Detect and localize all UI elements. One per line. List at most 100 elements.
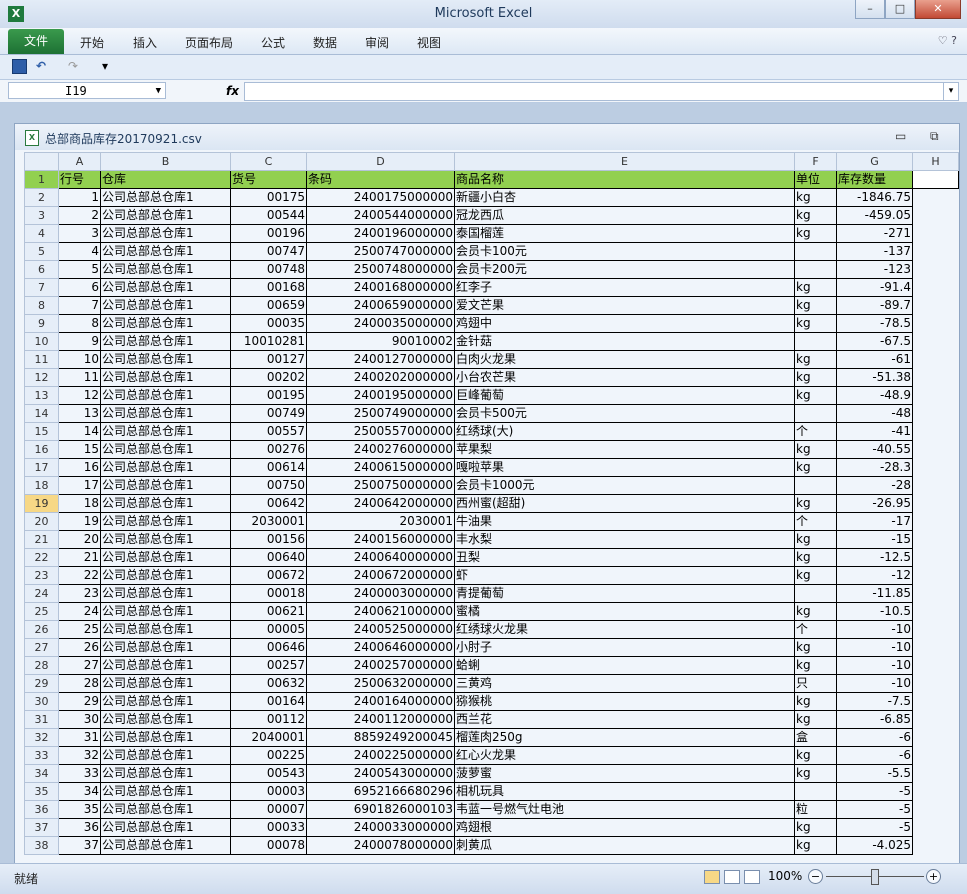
cell[interactable]: kg (794, 710, 837, 729)
cell[interactable]: 00621 (230, 602, 307, 621)
cell[interactable]: -48 (836, 404, 913, 423)
zoom-slider-thumb[interactable] (871, 869, 879, 885)
cell[interactable]: -10 (836, 656, 913, 675)
cell[interactable]: 00257 (230, 656, 307, 675)
cell[interactable] (913, 495, 959, 513)
cell[interactable] (913, 585, 959, 603)
cell[interactable]: 00276 (230, 440, 307, 459)
row-header[interactable]: 37 (24, 818, 59, 837)
cell[interactable]: -137 (836, 242, 913, 261)
cell[interactable]: -6 (836, 728, 913, 747)
cell[interactable]: 26 (58, 638, 101, 657)
row-header[interactable]: 8 (24, 296, 59, 315)
column-header[interactable]: E (454, 152, 795, 171)
cell[interactable]: 三黄鸡 (454, 674, 795, 693)
row-header[interactable]: 34 (24, 764, 59, 783)
cell[interactable]: 虾 (454, 566, 795, 585)
insert-function-icon[interactable]: fx (226, 84, 239, 98)
tab-data[interactable]: 数据 (313, 34, 337, 51)
cell[interactable]: 25 (58, 620, 101, 639)
expand-formula-bar-icon[interactable]: ▾ (943, 82, 959, 101)
cell[interactable]: 2400672000000 (306, 566, 455, 585)
cell[interactable] (913, 819, 959, 837)
cell[interactable]: 青提葡萄 (454, 584, 795, 603)
header-cell[interactable]: 货号 (230, 170, 307, 189)
cell[interactable]: 菠萝蜜 (454, 764, 795, 783)
cell[interactable] (913, 549, 959, 567)
cell[interactable]: 00749 (230, 404, 307, 423)
row-header[interactable]: 27 (24, 638, 59, 657)
cell[interactable]: 公司总部总仓库1 (100, 476, 231, 495)
cell[interactable] (913, 441, 959, 459)
cell[interactable]: 会员卡1000元 (454, 476, 795, 495)
cell[interactable]: 新疆小白杏 (454, 188, 795, 207)
cell[interactable]: -5 (836, 782, 913, 801)
cell[interactable]: 00640 (230, 548, 307, 567)
cell[interactable]: -11.85 (836, 584, 913, 603)
row-header[interactable]: 15 (24, 422, 59, 441)
cell[interactable]: 2400003000000 (306, 584, 455, 603)
cell[interactable]: 00127 (230, 350, 307, 369)
cell[interactable]: 00033 (230, 818, 307, 837)
cell[interactable]: -61 (836, 350, 913, 369)
row-header[interactable]: 17 (24, 458, 59, 477)
cell[interactable]: 苹果梨 (454, 440, 795, 459)
cell[interactable] (913, 729, 959, 747)
cell[interactable] (913, 189, 959, 207)
cell[interactable]: 丑梨 (454, 548, 795, 567)
cell[interactable]: 32 (58, 746, 101, 765)
cell[interactable]: 00018 (230, 584, 307, 603)
cell[interactable]: -123 (836, 260, 913, 279)
cell[interactable]: 红李子 (454, 278, 795, 297)
column-header[interactable]: D (306, 152, 455, 171)
cell[interactable] (913, 369, 959, 387)
cell[interactable]: 个 (794, 512, 837, 531)
cell[interactable]: -89.7 (836, 296, 913, 315)
cell[interactable] (913, 531, 959, 549)
cell[interactable]: 韦蓝一号燃气灶电池 (454, 800, 795, 819)
cell[interactable]: -459.05 (836, 206, 913, 225)
cell[interactable]: 90010002 (306, 332, 455, 351)
row-header[interactable]: 5 (24, 242, 59, 261)
row-header[interactable]: 13 (24, 386, 59, 405)
cell[interactable]: 2400525000000 (306, 620, 455, 639)
cell[interactable]: kg (794, 350, 837, 369)
cell[interactable]: 15 (58, 440, 101, 459)
cell[interactable] (794, 332, 837, 351)
cell[interactable]: 23 (58, 584, 101, 603)
header-cell[interactable]: 库存数量 (836, 170, 913, 189)
cell[interactable]: 公司总部总仓库1 (100, 260, 231, 279)
zoom-level[interactable]: 100% (768, 869, 802, 883)
cell[interactable] (913, 657, 959, 675)
cell[interactable]: 5 (58, 260, 101, 279)
cell[interactable] (913, 405, 959, 423)
cell[interactable]: 4 (58, 242, 101, 261)
cell[interactable]: kg (794, 656, 837, 675)
cell[interactable]: 榴莲肉250g (454, 728, 795, 747)
cell[interactable]: 个 (794, 620, 837, 639)
cell[interactable]: 28 (58, 674, 101, 693)
cell[interactable]: 公司总部总仓库1 (100, 530, 231, 549)
row-header[interactable]: 24 (24, 584, 59, 603)
cell[interactable]: -41 (836, 422, 913, 441)
cell[interactable]: 2400257000000 (306, 656, 455, 675)
cell[interactable]: 2500750000000 (306, 476, 455, 495)
row-header[interactable]: 36 (24, 800, 59, 819)
row-header[interactable]: 10 (24, 332, 59, 351)
cell[interactable]: 00003 (230, 782, 307, 801)
cell[interactable]: 00632 (230, 674, 307, 693)
cell[interactable] (913, 315, 959, 333)
tab-home[interactable]: 开始 (80, 34, 104, 51)
header-cell[interactable]: 商品名称 (454, 170, 795, 189)
cell[interactable]: 小肘子 (454, 638, 795, 657)
cell[interactable]: 11 (58, 368, 101, 387)
cell[interactable]: 会员卡500元 (454, 404, 795, 423)
cell[interactable]: 蛤蜊 (454, 656, 795, 675)
cell[interactable] (913, 333, 959, 351)
column-header[interactable]: H (912, 152, 959, 171)
cell[interactable]: 公司总部总仓库1 (100, 224, 231, 243)
cell[interactable]: 爱文芒果 (454, 296, 795, 315)
header-cell[interactable]: 行号 (58, 170, 101, 189)
cell[interactable]: 公司总部总仓库1 (100, 404, 231, 423)
row-header[interactable]: 1 (24, 170, 59, 189)
